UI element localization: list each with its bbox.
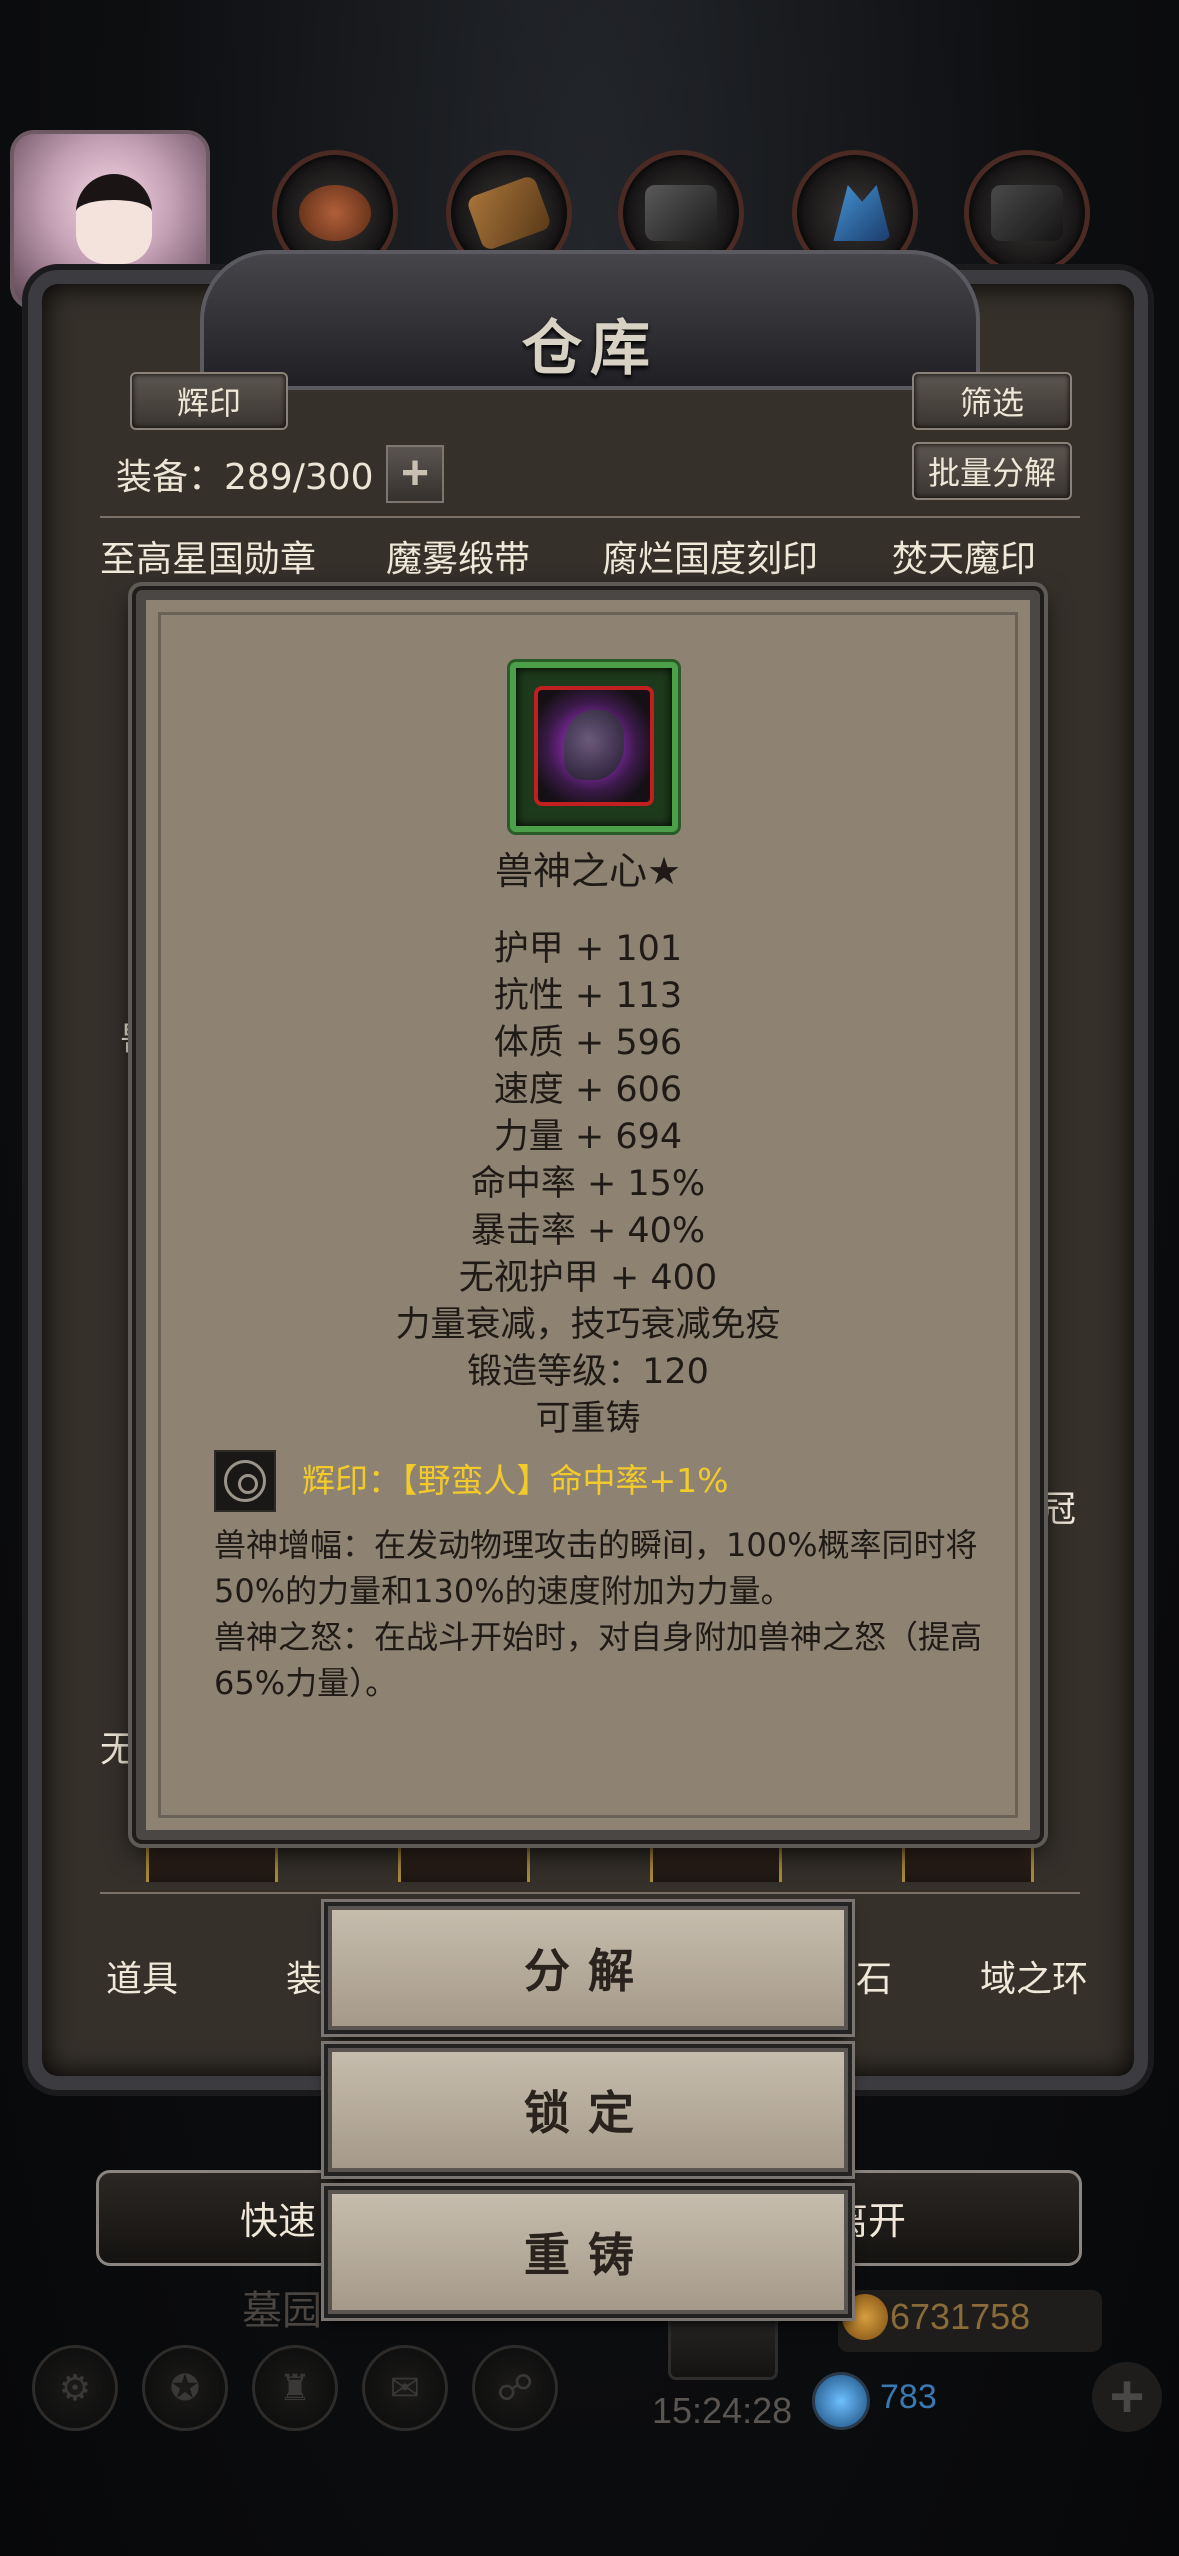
stats-list: 护甲 + 101 抗性 + 113 体质 + 596 速度 + 606 力量 +… — [146, 920, 1030, 1439]
handshake-icon[interactable]: ☍ — [472, 2345, 558, 2431]
beast-heart-icon — [534, 686, 654, 806]
add-currency-button[interactable]: + — [1092, 2362, 1162, 2432]
stat-line: 护甲 + 101 — [493, 929, 683, 969]
stat-line: 无视护甲 + 400 — [458, 1258, 718, 1298]
clock: 15:24:28 — [652, 2390, 793, 2431]
divider — [100, 516, 1080, 518]
tab-items[interactable]: 道具 — [106, 1950, 178, 2002]
divider — [100, 1892, 1080, 1894]
gem-value: 783 — [880, 2378, 937, 2416]
filter-button[interactable]: 筛选 — [912, 372, 1072, 430]
gold-value: 6731758 — [890, 2296, 1031, 2337]
tab-stones[interactable]: 石 — [856, 1950, 892, 2002]
item-name[interactable]: 焚天魔印 — [892, 530, 1036, 582]
avatar-face — [76, 174, 152, 264]
item-slot[interactable] — [902, 1838, 1034, 1882]
equipment-count: 装备：289/300 — [116, 457, 374, 498]
item-tooltip: 兽神之心★ 护甲 + 101 抗性 + 113 体质 + 596 速度 + 60… — [136, 590, 1040, 1840]
item-slot[interactable] — [398, 1838, 530, 1882]
stat-line: 体质 + 596 — [493, 1023, 683, 1063]
recast-button[interactable]: 重铸 — [328, 2190, 848, 2314]
item-slot[interactable] — [650, 1838, 782, 1882]
item-title: 兽神之心★ — [494, 849, 682, 893]
page-title: 仓库 — [522, 314, 658, 384]
stat-line: 速度 + 606 — [493, 1070, 683, 1110]
stat-line: 命中率 + 15% — [470, 1164, 706, 1204]
mail-icon[interactable]: ✉ — [362, 2345, 448, 2431]
description-line: 兽神之怒：在战斗开始时，对自身附加兽神之怒（提高65%力量）。 — [214, 1618, 983, 1702]
gem-icon — [812, 2372, 870, 2430]
stat-line: 可重铸 — [535, 1399, 641, 1439]
item-name[interactable]: 冠 — [1040, 1480, 1076, 1532]
stat-line: 暴击率 + 40% — [470, 1211, 706, 1251]
stat-line: 力量衰减，技巧衰减免疫 — [395, 1305, 781, 1345]
rune-icon — [214, 1450, 276, 1512]
batch-decompose-button[interactable]: 批量分解 — [912, 442, 1072, 500]
item-description: 兽神增幅：在发动物理攻击的瞬间，100%概率同时将50%的力量和130%的速度附… — [214, 1522, 984, 1706]
description-line: 兽神增幅：在发动物理攻击的瞬间，100%概率同时将50%的力量和130%的速度附… — [214, 1526, 978, 1610]
stat-line: 力量 + 694 — [493, 1117, 683, 1157]
item-name[interactable]: 魔雾缎带 — [386, 530, 530, 582]
item-slot[interactable] — [146, 1838, 278, 1882]
decompose-button[interactable]: 分解 — [328, 1906, 848, 2030]
tab-equipment[interactable]: 装 — [286, 1950, 322, 2002]
item-name[interactable]: 至高星国勋章 — [100, 530, 316, 582]
settings-icon[interactable]: ⚙ — [32, 2345, 118, 2431]
quick-button[interactable]: 快速 — [240, 2190, 316, 2245]
rune-button[interactable]: 辉印 — [130, 372, 288, 430]
rune-bonus: 辉印：【野蛮人】命中率+1% — [302, 1461, 729, 1500]
location-label: 墓园 — [242, 2288, 322, 2334]
tab-domain-ring[interactable]: 域之环 — [980, 1950, 1088, 2002]
stat-line: 锻造等级：120 — [467, 1352, 709, 1392]
item-name[interactable]: 腐烂国度刻印 — [602, 530, 818, 582]
guild-icon[interactable]: ♜ — [252, 2345, 338, 2431]
badge-icon[interactable]: ✪ — [142, 2345, 228, 2431]
lock-button[interactable]: 锁定 — [328, 2048, 848, 2172]
gold-icon — [842, 2294, 888, 2340]
ore-icon[interactable] — [964, 150, 1090, 276]
item-icon-frame — [510, 662, 678, 832]
stat-line: 抗性 + 113 — [493, 976, 683, 1016]
expand-capacity-button[interactable]: + — [386, 445, 444, 503]
item-name[interactable]: 无 — [100, 1720, 136, 1772]
